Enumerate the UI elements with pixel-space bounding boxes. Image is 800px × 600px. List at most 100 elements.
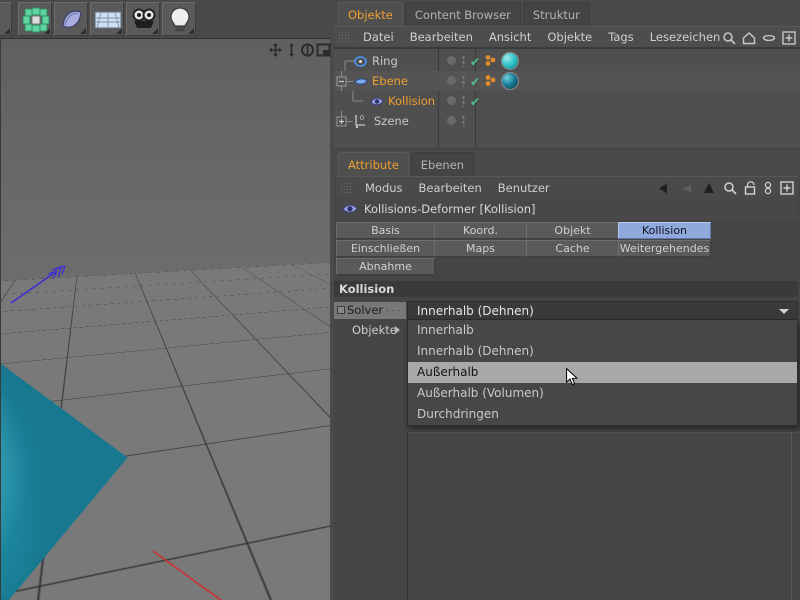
property-tabs-row-1[interactable]: Basis Koord. Objekt Kollision bbox=[336, 222, 711, 239]
menu-benutzer[interactable]: Benutzer bbox=[490, 177, 558, 199]
menu-tags[interactable]: Tags bbox=[600, 26, 641, 48]
maximize-view-icon[interactable] bbox=[316, 42, 331, 58]
visibility-dots[interactable] bbox=[462, 75, 465, 87]
object-mode-icon-button[interactable] bbox=[18, 2, 52, 36]
spline-ring-icon bbox=[354, 56, 367, 67]
dropdown-option-durchdringen[interactable]: Durchdringen bbox=[408, 404, 797, 425]
plus-box-icon[interactable] bbox=[782, 31, 796, 45]
viewport-panel bbox=[0, 0, 334, 600]
dropdown-option-innerhalb-dehnen[interactable]: Innerhalb (Dehnen) bbox=[408, 341, 797, 362]
property-tabs-row-2[interactable]: Einschließen Maps Cache Weitergehendes bbox=[336, 240, 711, 257]
enabled-check-icon[interactable]: ✔ bbox=[470, 55, 480, 69]
light-icon-button[interactable] bbox=[162, 2, 196, 36]
scene-icon: 0 bbox=[355, 115, 365, 129]
dropdown-option-ausserhalb-volumen[interactable]: Außerhalb (Volumen) bbox=[408, 383, 797, 404]
tree-item-label: Ring bbox=[372, 54, 398, 68]
field-label-objekte[interactable]: Objekte bbox=[334, 321, 406, 339]
tag-dots-icon[interactable] bbox=[484, 74, 498, 88]
pan-view-icon[interactable] bbox=[268, 42, 283, 58]
tab-struktur[interactable]: Struktur bbox=[522, 2, 590, 26]
dolly-view-icon[interactable] bbox=[284, 42, 299, 58]
rotate-view-icon[interactable] bbox=[300, 42, 315, 58]
solver-dropdown-list[interactable]: Innerhalb Innerhalb (Dehnen) Außerhalb A… bbox=[407, 320, 798, 426]
attribute-manager-tabstrip[interactable]: Attribute Ebenen bbox=[334, 150, 800, 176]
tag-dots-icon[interactable] bbox=[484, 54, 498, 68]
lock-icon[interactable] bbox=[744, 181, 756, 195]
visibility-dot[interactable] bbox=[447, 56, 456, 65]
menu-datei[interactable]: Datei bbox=[355, 26, 402, 48]
table-row[interactable]: Ring ✔ bbox=[334, 51, 800, 71]
label-dots-icon bbox=[384, 309, 402, 312]
search-icon[interactable] bbox=[723, 181, 737, 195]
enabled-check-icon[interactable]: ✔ bbox=[470, 75, 480, 89]
menu-objekte[interactable]: Objekte bbox=[539, 26, 600, 48]
plus-box-icon[interactable] bbox=[780, 181, 794, 195]
menu-bearbeiten[interactable]: Bearbeiten bbox=[411, 177, 490, 199]
material-sphere-icon[interactable] bbox=[501, 52, 519, 70]
solver-checkbox[interactable] bbox=[337, 306, 345, 314]
tab-einschliessen[interactable]: Einschließen bbox=[336, 240, 435, 257]
objects-manager-tabstrip[interactable]: Objekte Content Browser Struktur bbox=[334, 0, 800, 26]
menu-ansicht[interactable]: Ansicht bbox=[481, 26, 539, 48]
menubar-grip[interactable] bbox=[338, 31, 350, 43]
tab-objekt[interactable]: Objekt bbox=[526, 222, 619, 239]
table-row[interactable]: Kollision ✔ bbox=[334, 91, 800, 111]
solver-dropdown-value: Innerhalb (Dehnen) bbox=[417, 304, 534, 318]
enabled-check-icon[interactable]: ✔ bbox=[470, 95, 480, 109]
visibility-dots[interactable] bbox=[462, 55, 465, 67]
objects-manager-menubar: Datei Bearbeiten Ansicht Objekte Tags Le… bbox=[334, 26, 800, 48]
tab-ebenen[interactable]: Ebenen bbox=[410, 152, 475, 176]
expander-minus-icon[interactable] bbox=[335, 71, 355, 91]
tab-content-browser[interactable]: Content Browser bbox=[404, 2, 521, 26]
chevron-down-icon[interactable] bbox=[779, 309, 789, 314]
property-tabs-row-3[interactable]: Abnahme bbox=[336, 258, 435, 275]
up-arrow-icon[interactable] bbox=[702, 182, 716, 195]
light-icon bbox=[170, 7, 190, 32]
ellipse-icon[interactable] bbox=[762, 31, 776, 45]
visibility-dot[interactable] bbox=[447, 116, 456, 125]
chevron-right-icon[interactable] bbox=[395, 326, 400, 334]
solver-dropdown-combo[interactable]: Innerhalb (Dehnen) bbox=[407, 301, 798, 320]
tab-kollision[interactable]: Kollision bbox=[618, 222, 711, 239]
collision-deformer-icon bbox=[342, 204, 358, 213]
dropdown-option-ausserhalb[interactable]: Außerhalb bbox=[408, 362, 797, 383]
table-row[interactable]: 0 Szene bbox=[334, 111, 800, 131]
mouse-cursor bbox=[566, 368, 578, 386]
tab-cache[interactable]: Cache bbox=[526, 240, 619, 257]
deformer-object-icon-button[interactable] bbox=[54, 2, 88, 36]
material-sphere-icon[interactable] bbox=[501, 72, 519, 90]
dropdown-option-innerhalb[interactable]: Innerhalb bbox=[408, 320, 797, 341]
tab-basis[interactable]: Basis bbox=[336, 222, 435, 239]
cinema4d-window: Objekte Content Browser Struktur Datei B… bbox=[0, 0, 800, 600]
expander-plus-icon[interactable] bbox=[335, 111, 355, 131]
menu-modus[interactable]: Modus bbox=[357, 177, 411, 199]
field-label-solver[interactable]: Solver bbox=[334, 302, 406, 319]
tab-weitergehendes[interactable]: Weitergehendes bbox=[618, 240, 711, 257]
menubar-grip[interactable] bbox=[340, 181, 352, 194]
menu-bearbeiten[interactable]: Bearbeiten bbox=[402, 26, 481, 48]
visibility-dots[interactable] bbox=[462, 95, 465, 107]
axis-move-icon-button[interactable] bbox=[0, 2, 12, 36]
axis-z-gizmo bbox=[10, 265, 66, 304]
tab-attribute[interactable]: Attribute bbox=[338, 152, 409, 176]
visibility-dot[interactable] bbox=[447, 76, 456, 85]
viewport-nav-icons[interactable] bbox=[268, 41, 331, 59]
search-icon[interactable] bbox=[722, 31, 736, 45]
visibility-dots[interactable] bbox=[462, 115, 465, 127]
tab-abnahme[interactable]: Abnahme bbox=[336, 258, 435, 275]
viewport-3d[interactable] bbox=[0, 38, 330, 600]
floor-plane-icon-button[interactable] bbox=[90, 2, 124, 36]
panel-right-edge bbox=[791, 432, 792, 600]
menu-lesezeichen[interactable]: Lesezeichen bbox=[642, 26, 729, 48]
visibility-dot[interactable] bbox=[447, 96, 456, 105]
back-arrow-icon[interactable] bbox=[658, 182, 673, 195]
camera-icon-button[interactable] bbox=[126, 2, 160, 36]
object-tree[interactable]: Ring ✔ Ebene ✔ Kollision ✔ 0 Szene bbox=[334, 48, 800, 148]
tab-koord[interactable]: Koord. bbox=[434, 222, 527, 239]
pin-icon[interactable] bbox=[763, 181, 773, 195]
table-row[interactable]: Ebene ✔ bbox=[334, 71, 800, 91]
tab-maps[interactable]: Maps bbox=[434, 240, 527, 257]
tab-objekte[interactable]: Objekte bbox=[338, 2, 403, 26]
home-icon[interactable] bbox=[742, 31, 756, 45]
forward-arrow-icon[interactable] bbox=[680, 182, 695, 195]
